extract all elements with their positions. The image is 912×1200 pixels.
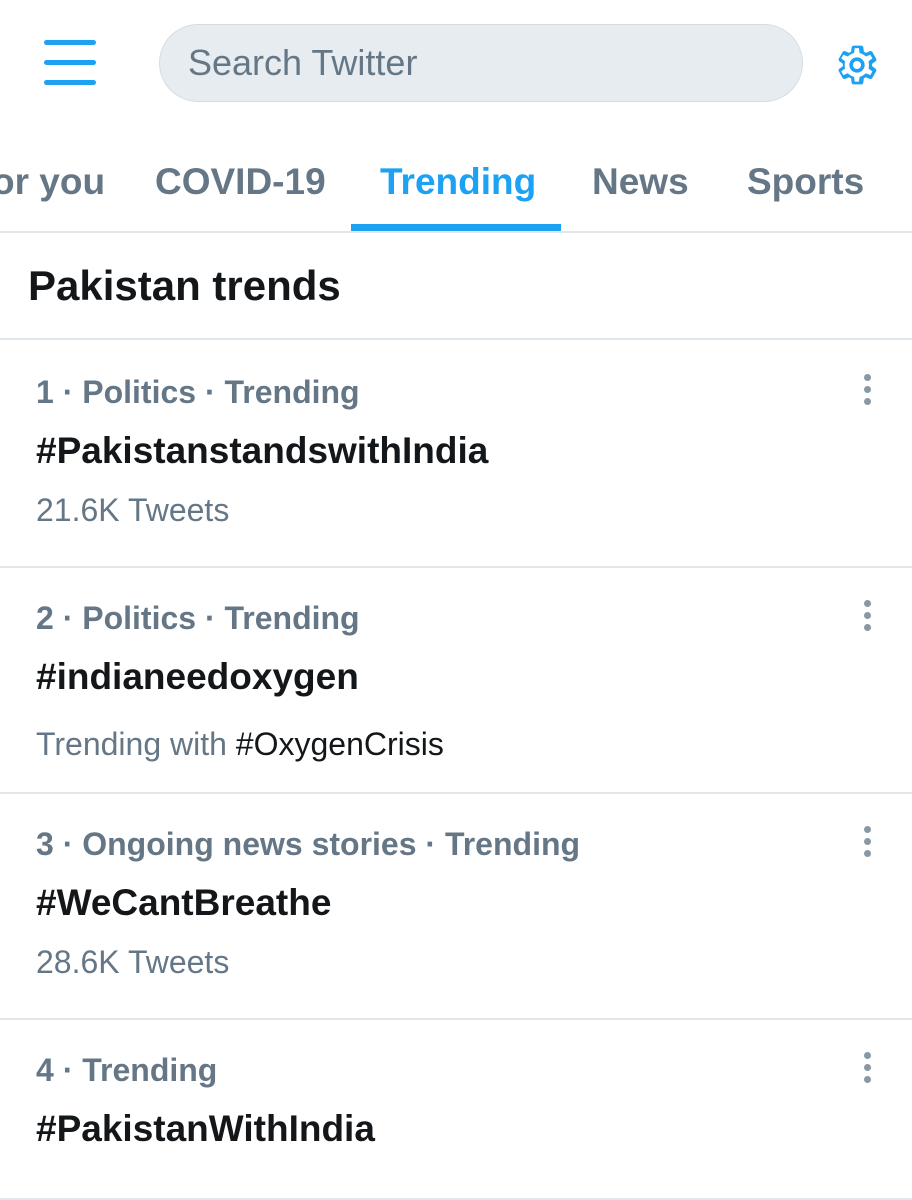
trend-related-hashtag[interactable]: #OxygenCrisis bbox=[236, 726, 444, 762]
trend-related: Trending with #OxygenCrisis bbox=[36, 724, 444, 764]
tab-trending[interactable]: Trending bbox=[380, 160, 536, 204]
tab-covid-19[interactable]: COVID-19 bbox=[155, 160, 326, 204]
tab-sports[interactable]: Sports bbox=[747, 160, 864, 204]
hamburger-menu-icon[interactable] bbox=[44, 40, 96, 86]
trend-meta: 3 · Ongoing news stories · Trending bbox=[36, 826, 581, 862]
explore-tabs: or you COVID-19 Trending News Sports bbox=[0, 128, 912, 233]
trend-meta: 1 · Politics · Trending bbox=[36, 374, 360, 410]
search-input[interactable] bbox=[188, 25, 768, 101]
trend-meta: 2 · Politics · Trending bbox=[36, 600, 360, 636]
trend-item[interactable]: 4 · Trending #PakistanWithIndia bbox=[0, 1018, 912, 1200]
trend-meta: 4 · Trending bbox=[36, 1052, 218, 1088]
trend-tweet-count: 21.6K Tweets bbox=[36, 492, 230, 528]
trend-related-prefix: Trending with bbox=[36, 726, 236, 762]
more-options-icon[interactable] bbox=[848, 596, 888, 636]
trend-item[interactable]: 2 · Politics · Trending #indianeedoxygen… bbox=[0, 566, 912, 794]
tab-for-you[interactable]: or you bbox=[0, 160, 105, 204]
more-options-icon[interactable] bbox=[848, 370, 888, 410]
search-box[interactable] bbox=[159, 24, 803, 102]
gear-icon[interactable] bbox=[830, 38, 884, 92]
more-options-icon[interactable] bbox=[848, 822, 888, 862]
trend-tweet-count: 28.6K Tweets bbox=[36, 944, 230, 980]
section-title: Pakistan trends bbox=[28, 262, 341, 309]
trend-name: #PakistanWithIndia bbox=[36, 1108, 375, 1149]
menu-line bbox=[44, 40, 96, 45]
active-tab-indicator bbox=[351, 224, 561, 231]
trend-name: #indianeedoxygen bbox=[36, 656, 359, 697]
trend-item[interactable]: 1 · Politics · Trending #Pakistanstandsw… bbox=[0, 340, 912, 568]
menu-line bbox=[44, 80, 96, 85]
menu-line bbox=[44, 60, 96, 65]
trend-item[interactable]: 3 · Ongoing news stories · Trending #WeC… bbox=[0, 792, 912, 1020]
tab-news[interactable]: News bbox=[592, 160, 689, 204]
more-options-icon[interactable] bbox=[848, 1048, 888, 1088]
trend-name: #PakistanstandswithIndia bbox=[36, 430, 489, 471]
trend-name: #WeCantBreathe bbox=[36, 882, 332, 923]
top-bar bbox=[0, 0, 912, 128]
